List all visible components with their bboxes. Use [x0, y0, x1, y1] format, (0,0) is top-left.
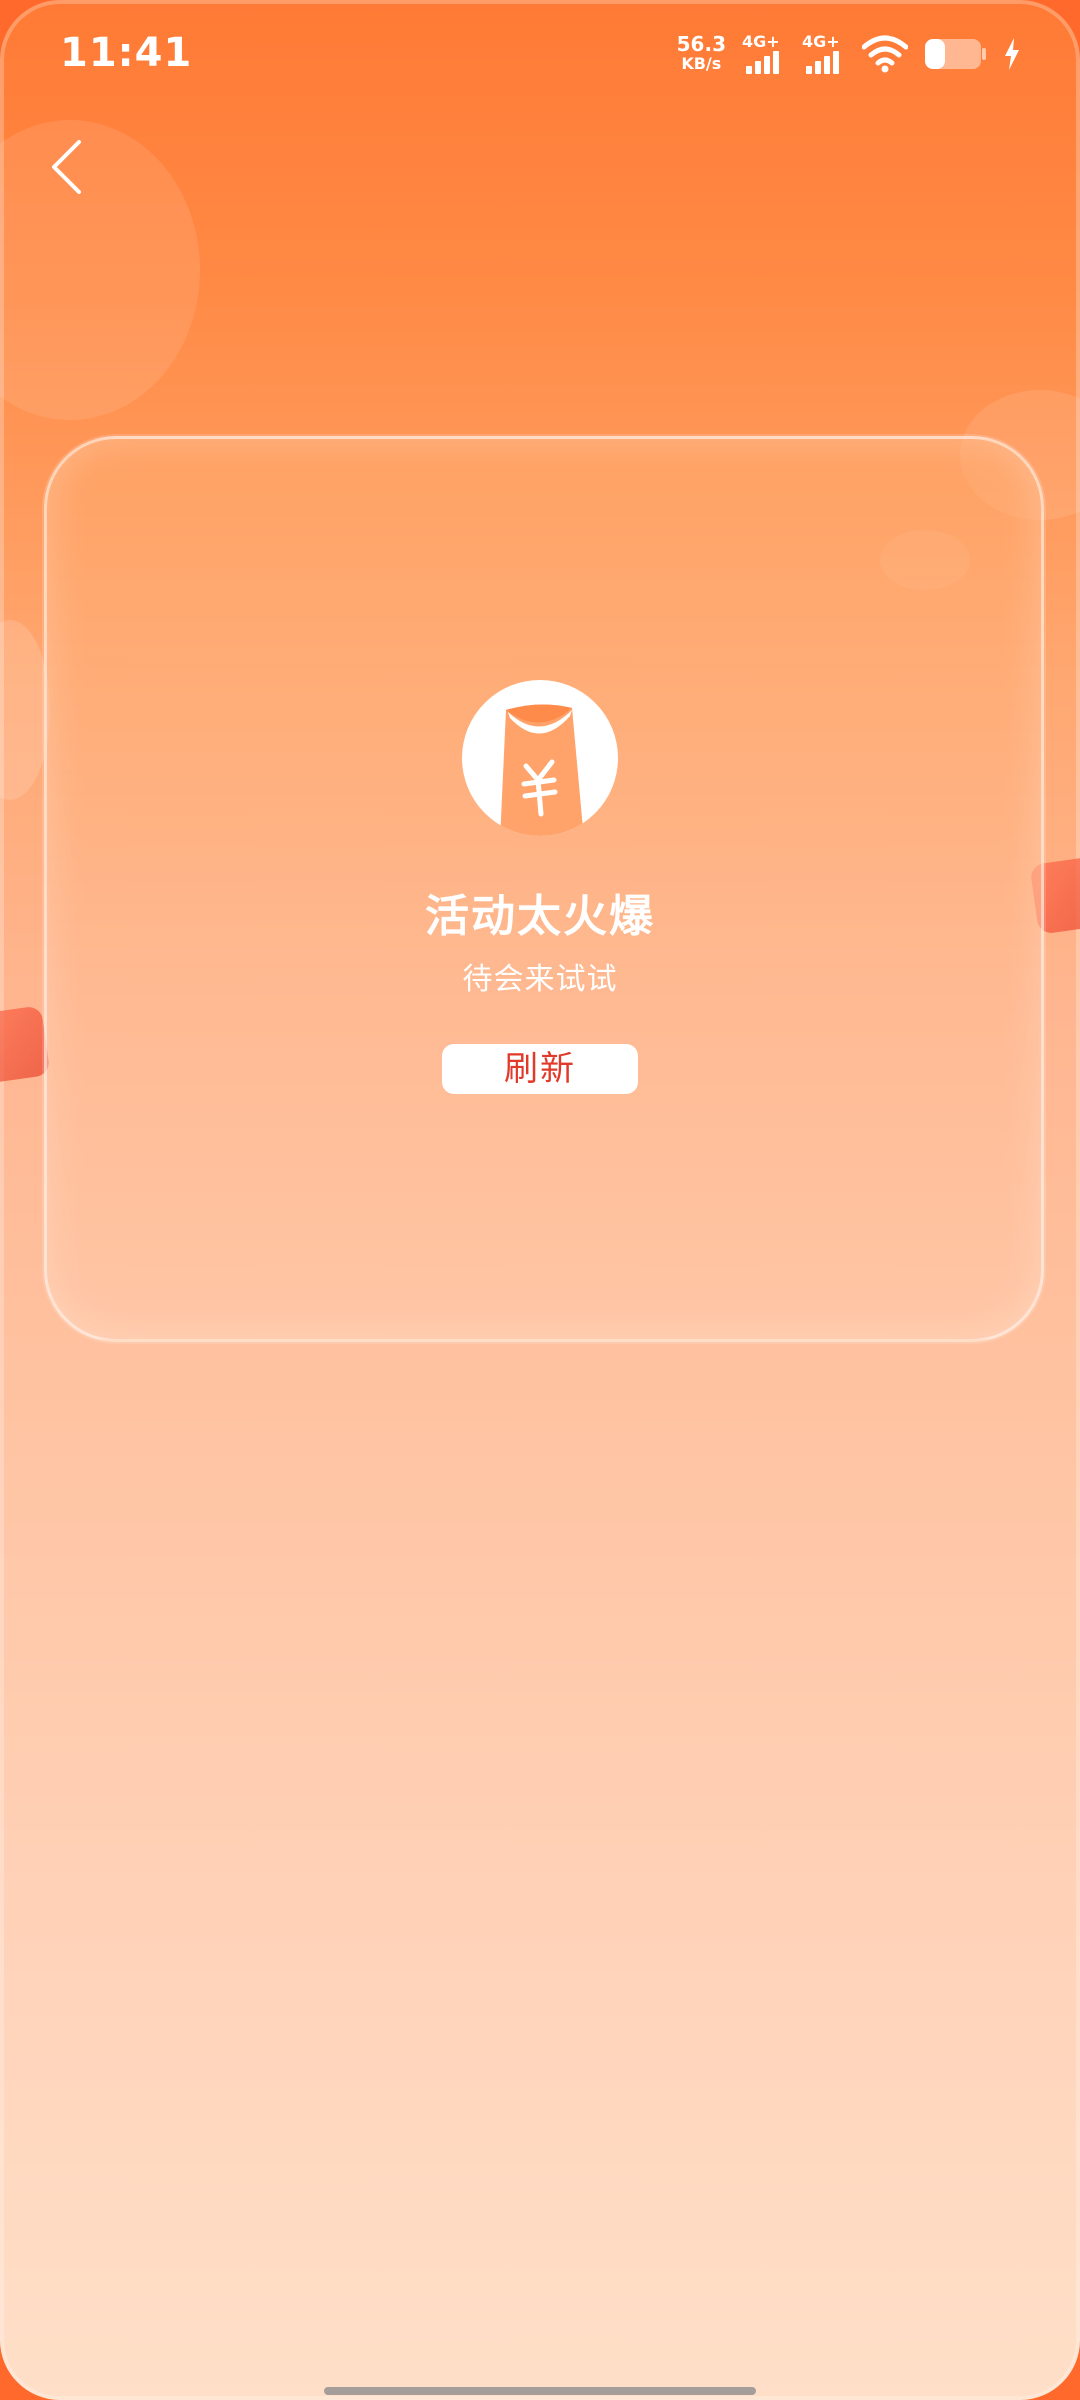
network-speed: 56.3 KB/s [677, 34, 726, 74]
refresh-button[interactable]: 刷新 [442, 1044, 638, 1094]
error-subtitle: 待会来试试 [462, 962, 618, 997]
charging-icon [1004, 38, 1020, 70]
decorative-cloud [0, 120, 200, 420]
signal-2-label: 4G+ [802, 32, 840, 51]
back-button[interactable] [36, 132, 96, 202]
battery-icon [924, 37, 988, 71]
app-screen: 11:41 56.3 KB/s 4G+ 4G+ 活动太火爆 待会来试试 刷新 [0, 0, 1080, 2400]
red-envelope-yuan-icon [462, 680, 618, 836]
signal-1-label: 4G+ [742, 32, 780, 51]
chevron-left-icon [52, 140, 81, 194]
home-indicator[interactable] [324, 2387, 756, 2395]
decorative-cloud [0, 620, 50, 800]
status-bar: 11:41 56.3 KB/s 4G+ 4G+ [0, 0, 1080, 110]
wifi-icon [862, 35, 908, 73]
error-title: 活动太火爆 [425, 891, 655, 942]
status-time: 11:41 [60, 30, 193, 76]
decorative-red-envelope [0, 1005, 51, 1085]
status-icons: 56.3 KB/s 4G+ 4G+ [677, 32, 1020, 76]
signal-1-icon: 4G+ [742, 32, 786, 76]
network-speed-value: 56.3 [676, 32, 726, 56]
signal-2-icon: 4G+ [802, 32, 846, 76]
network-speed-unit: KB/s [681, 54, 722, 73]
